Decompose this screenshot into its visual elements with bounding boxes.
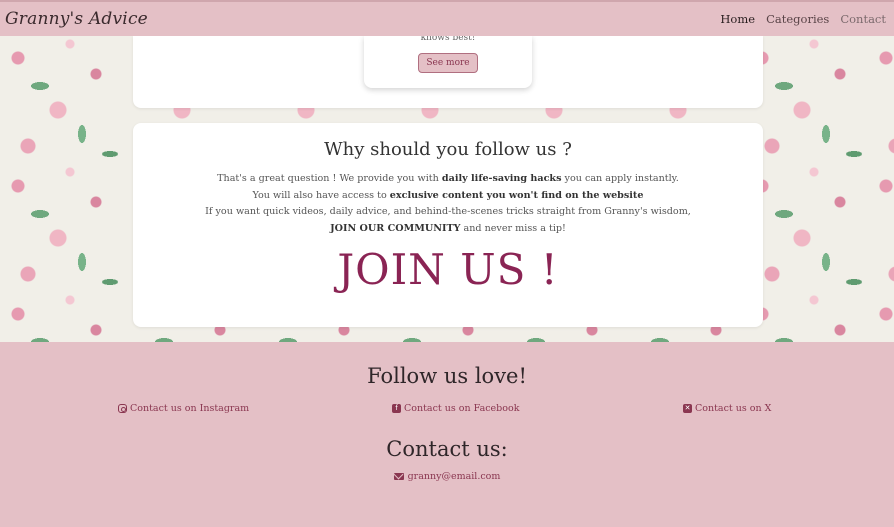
brand-logo[interactable]: Granny's Advice — [5, 9, 148, 29]
why-follow-line-1: That's a great question ! We provide you… — [217, 173, 679, 184]
navbar: Granny's Advice Home Categories Contact — [0, 0, 894, 36]
instagram-link-label: Contact us on Instagram — [130, 403, 250, 414]
facebook-link[interactable]: f Contact us on Facebook — [392, 403, 519, 414]
footer: Follow us love! Contact us on Instagram … — [0, 342, 894, 527]
envelope-icon — [393, 473, 404, 480]
x-link-label: Contact us on X — [695, 403, 772, 414]
instagram-icon — [118, 404, 127, 413]
facebook-link-label: Contact us on Facebook — [404, 403, 520, 414]
why-follow-title: Why should you follow us ? — [324, 139, 572, 160]
email-link[interactable]: granny@email.com — [393, 471, 501, 482]
why-follow-line-3: If you want quick videos, daily advice, … — [205, 206, 691, 217]
why-follow-text: That's a great question ! We provide you… — [133, 171, 763, 237]
social-links: Contact us on Instagram f Contact us on … — [0, 403, 894, 423]
nav-contact-link[interactable]: Contact — [840, 12, 886, 26]
why-follow-card: Why should you follow us ? That's a grea… — [133, 123, 763, 327]
join-us-heading[interactable]: JOIN US ! — [133, 247, 763, 293]
facebook-icon: f — [392, 404, 401, 413]
email-address: granny@email.com — [407, 471, 501, 482]
why-follow-line-4: JOIN OUR COMMUNITY and never miss a tip! — [330, 222, 566, 234]
main-nav: Home Categories Contact — [720, 12, 886, 26]
nav-categories-link[interactable]: Categories — [766, 12, 829, 26]
nav-home-link[interactable]: Home — [720, 12, 755, 26]
contact-title: Contact us: — [386, 437, 508, 461]
follow-us-title: Follow us love! — [367, 364, 527, 388]
x-icon: ✕ — [683, 404, 692, 413]
see-more-button[interactable]: See more — [418, 53, 478, 73]
advice-card: knows best! See more — [364, 34, 532, 88]
x-link[interactable]: ✕ Contact us on X — [683, 403, 771, 414]
instagram-link[interactable]: Contact us on Instagram — [118, 403, 249, 414]
why-follow-line-2: You will also have access to exclusive c… — [252, 189, 644, 201]
